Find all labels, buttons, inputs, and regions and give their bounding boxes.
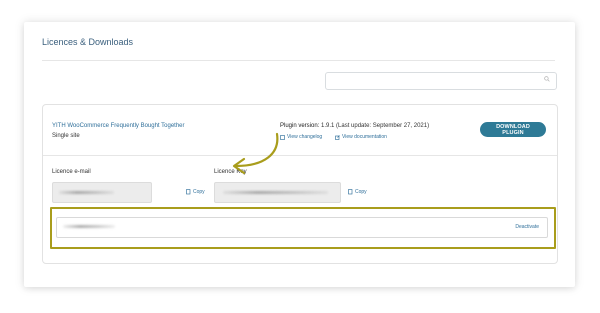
- licence-email-field[interactable]: [52, 182, 152, 203]
- plugin-version-label: Plugin version:: [280, 123, 320, 129]
- licences-panel: Licences & Downloads YITH WooCommerce Fr…: [24, 22, 575, 287]
- external-link-icon: [335, 134, 340, 140]
- copy-email-button[interactable]: Copy: [186, 189, 205, 195]
- copy-key-button[interactable]: Copy: [348, 189, 367, 195]
- deactivate-link[interactable]: Deactivate: [515, 224, 539, 230]
- search-field[interactable]: [325, 72, 557, 93]
- view-documentation-label: View documentation: [342, 134, 387, 140]
- search-icon[interactable]: [544, 76, 550, 82]
- activated-licence-row: Deactivate: [56, 217, 548, 238]
- plugin-version-value: 1.9.1 (Last update: September 27, 2021): [321, 123, 430, 129]
- card-divider: [43, 155, 557, 156]
- download-plugin-button[interactable]: DOWNLOAD PLUGIN: [480, 122, 546, 137]
- plugin-licence-card: YITH WooCommerce Frequently Bought Toget…: [42, 104, 558, 264]
- licence-email-label: Licence e-mail: [52, 169, 91, 175]
- highlight-frame: Deactivate: [50, 207, 556, 249]
- copy-key-label: Copy: [355, 189, 367, 195]
- plugin-name: YITH WooCommerce Frequently Bought Toget…: [52, 123, 185, 129]
- redacted-licence-key: [223, 191, 328, 194]
- plugin-site-type: Single site: [52, 133, 80, 139]
- plugin-version: Plugin version: 1.9.1 (Last update: Sept…: [280, 123, 429, 129]
- copy-email-label: Copy: [193, 189, 205, 195]
- copy-icon: [348, 189, 353, 195]
- annotation-arrow-icon: [232, 132, 279, 175]
- title-divider: [42, 60, 555, 61]
- licence-key-field[interactable]: [214, 182, 341, 203]
- search-input[interactable]: [330, 76, 534, 93]
- redacted-email: [59, 191, 114, 194]
- redacted-site-url: [63, 225, 115, 228]
- view-documentation-link[interactable]: View documentation: [335, 134, 387, 140]
- page-title: Licences & Downloads: [42, 37, 134, 47]
- copy-icon: [186, 189, 191, 195]
